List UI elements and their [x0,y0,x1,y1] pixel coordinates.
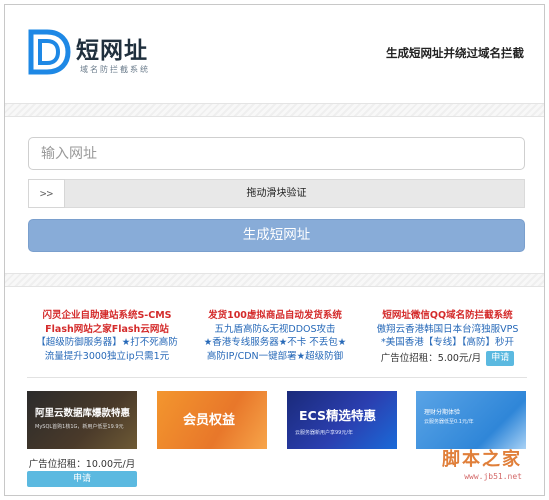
banner-subtitle: 云服务器新用户享99元/年 [295,430,354,436]
logo-subtitle: 域名防拦截系统 [80,65,150,74]
logo-d-icon [28,29,71,75]
banner-title: 会员权益 [183,413,236,428]
ad-line[interactable]: *美国香港【专线】【高防】秒开 [365,336,530,350]
text-ad: 短网址微信QQ域名防拦截系统 傲翔云香港韩国日本台湾独服VPS *美国香港【专线… [365,309,530,366]
banner-title: 理财分期体验 [424,409,461,416]
apply-button[interactable]: 申请 [27,471,137,487]
ad-title[interactable]: 短网址微信QQ域名防拦截系统 [365,309,530,323]
logo-title: 短网址 [76,38,148,64]
ad-line[interactable]: 五九盾高防&无视DDOS攻击 [195,323,355,337]
apply-button[interactable]: 申请 [486,350,515,366]
ad-price: 广告位招租：10.00元/月 [28,459,136,470]
ad-line[interactable]: ★香港专线服务器★不卡 不丢包★ [195,336,355,350]
divider-line [27,377,527,378]
watermark: 脚本之家 www.jb51.net [442,445,522,481]
watermark-title: 脚本之家 [442,449,522,470]
ad-line[interactable]: 流量提升3000独立ip只需1元 [27,350,187,364]
divider-band [5,103,544,117]
ad-line[interactable]: 【超级防御服务器】★打不死高防 [27,336,187,350]
header-slogan: 生成短网址并绕过域名拦截 [386,46,524,60]
ad-title[interactable]: 发货100虚拟商品自动发货系统 [195,309,355,323]
ad-line[interactable]: Flash网站之家Flash云网站 [27,323,187,337]
banner-subtitle: MySQL首购1核1G，新用户低至19.9元 [35,424,124,430]
ad-price: 广告位招租：5.00元/月 [380,352,482,364]
text-ad: 发货100虚拟商品自动发货系统 五九盾高防&无视DDOS攻击 ★香港专线服务器★… [195,309,355,363]
banner-ad[interactable]: 理财分期体验 云服务器低至0.1元/年 [416,391,526,449]
banner-ad[interactable]: 会员权益 [157,391,267,449]
slider-handle[interactable]: >> [28,179,65,208]
banner-title: 阿里云数据库爆款特惠 [35,408,131,419]
ad-line[interactable]: 傲翔云香港韩国日本台湾独服VPS [365,323,530,337]
banner-ad[interactable]: ECS精选特惠 云服务器新用户享99元/年 [287,391,397,449]
banner-subtitle: 云服务器低至0.1元/年 [424,419,474,425]
ad-line[interactable]: 高防IP/CDN一键部署★超级防御 [195,350,355,364]
watermark-url: www.jb51.net [464,472,522,481]
text-ad: 闪灵企业自助建站系统S-CMS Flash网站之家Flash云网站 【超级防御服… [27,309,187,363]
url-input[interactable] [28,137,525,170]
banner-title: ECS精选特惠 [299,408,376,423]
slider-verify[interactable]: 拖动滑块验证 >> [28,179,525,208]
slider-label: 拖动滑块验证 [246,188,307,199]
page-frame: 短网址 域名防拦截系统 生成短网址并绕过域名拦截 拖动滑块验证 >> 生成短网址… [4,4,545,496]
generate-button[interactable]: 生成短网址 [28,219,525,252]
divider-band [5,273,544,287]
banner-ad[interactable]: 阿里云数据库爆款特惠 MySQL首购1核1G，新用户低至19.9元 [27,391,137,449]
ad-title[interactable]: 闪灵企业自助建站系统S-CMS [27,309,187,323]
header: 短网址 域名防拦截系统 生成短网址并绕过域名拦截 [5,5,544,103]
